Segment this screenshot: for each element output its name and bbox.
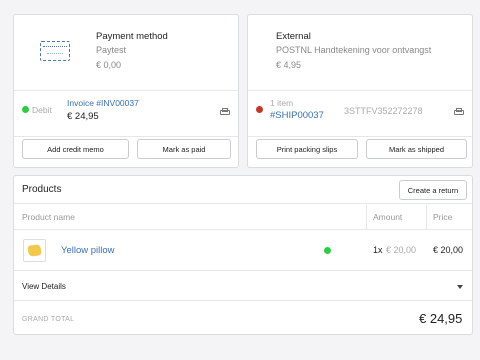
- tracking-number: 3STTFV352272278: [344, 106, 423, 116]
- shipping-fee: € 4,95: [276, 60, 302, 70]
- shipment-items: 1 item: [270, 98, 294, 108]
- payment-amount: € 24,95: [67, 111, 99, 122]
- column-price: Price: [433, 212, 453, 222]
- product-name-link[interactable]: Yellow pillow: [61, 245, 115, 256]
- view-details-label: View Details: [22, 282, 66, 291]
- products-table-header: Product name Amount Price: [14, 205, 472, 230]
- mark-as-paid-button[interactable]: Mark as paid: [137, 139, 231, 159]
- printer-icon[interactable]: [220, 108, 230, 116]
- status-dot-icon: [324, 247, 331, 254]
- print-packing-slips-button[interactable]: Print packing slips: [256, 139, 358, 159]
- payment-fee: € 0,00: [96, 60, 122, 70]
- product-thumbnail: [23, 239, 46, 262]
- shipping-summary: External POSTNL Handtekening voor ontvan…: [248, 15, 472, 91]
- create-return-button[interactable]: Create a return: [399, 180, 467, 200]
- grand-total-row: GRAND TOTAL € 24,95: [14, 302, 472, 334]
- shipping-method: POSTNL Handtekening voor ontvangst: [276, 45, 432, 55]
- shipment-link[interactable]: #SHIP00037: [270, 110, 324, 121]
- product-price: € 20,00: [433, 245, 464, 255]
- printer-icon[interactable]: [454, 108, 464, 116]
- column-product-name: Product name: [22, 212, 75, 222]
- payment-title: Payment method: [96, 31, 168, 42]
- payment-actions: Add credit memo Mark as paid: [14, 138, 238, 167]
- payment-summary: Payment method Paytest € 0,00: [14, 15, 238, 91]
- payment-status: Debit: [32, 105, 52, 115]
- payment-logo-icon: [40, 41, 70, 61]
- payment-provider: Paytest: [96, 45, 127, 55]
- grand-total-label: GRAND TOTAL: [22, 316, 75, 323]
- chevron-down-icon: [457, 285, 463, 289]
- shipping-card: External POSTNL Handtekening voor ontvan…: [247, 14, 473, 168]
- table-row[interactable]: Yellow pillow 1x € 20,00 € 20,00: [14, 231, 472, 271]
- payment-card: Payment method Paytest € 0,00 Debit Invo…: [13, 14, 239, 168]
- view-details-toggle[interactable]: View Details: [14, 272, 472, 301]
- status-dot-icon: [22, 106, 29, 113]
- shipment-row: 1 item #SHIP00037 3STTFV352272278: [248, 92, 472, 137]
- payment-status-row: Debit Invoice #INV00037 € 24,95: [14, 92, 238, 137]
- mark-as-shipped-button[interactable]: Mark as shipped: [366, 139, 467, 159]
- shipping-actions: Print packing slips Mark as shipped: [248, 138, 472, 167]
- products-header: Products Create a return: [14, 176, 472, 204]
- products-title: Products: [22, 184, 62, 195]
- add-credit-memo-button[interactable]: Add credit memo: [22, 139, 129, 159]
- products-card: Products Create a return Product name Am…: [13, 175, 473, 335]
- invoice-link[interactable]: Invoice #INV00037: [67, 98, 139, 108]
- shipping-title: External: [276, 31, 311, 42]
- product-unit-price: € 20,00: [386, 245, 417, 255]
- grand-total-value: € 24,95: [419, 311, 463, 326]
- product-qty: 1x: [373, 245, 383, 255]
- status-dot-icon: [256, 106, 263, 113]
- column-amount: Amount: [373, 212, 403, 222]
